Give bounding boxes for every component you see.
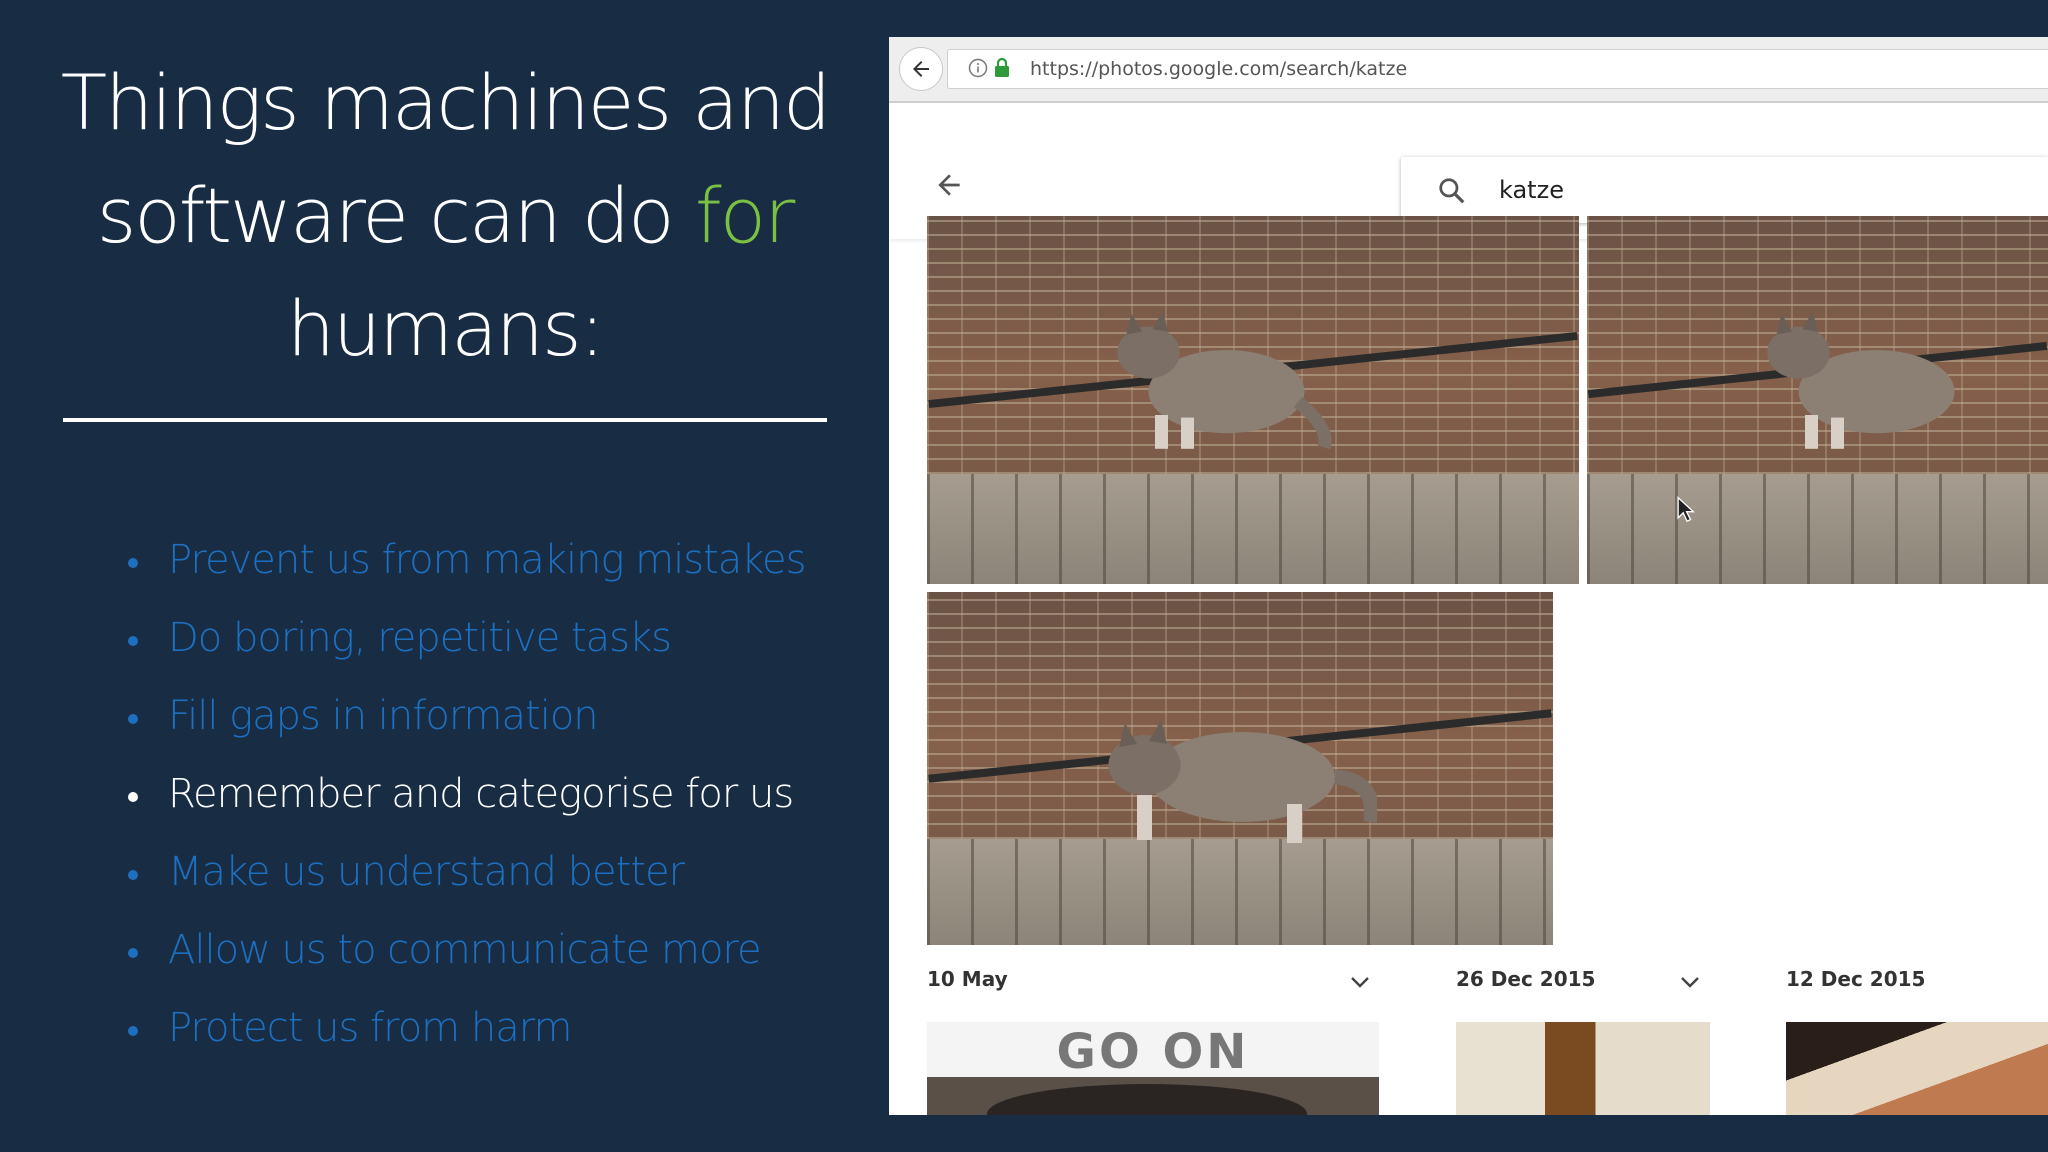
bullet-item: Prevent us from making mistakes <box>124 527 806 605</box>
bullet-item: Allow us to communicate more <box>124 917 805 995</box>
date-group-label: 26 Dec 2015 <box>1456 967 1596 991</box>
photo-thumbnail[interactable] <box>1456 1022 1710 1115</box>
slide-title-highlight: for <box>694 171 795 260</box>
title-divider <box>63 418 827 422</box>
date-group-label: 12 Dec 2015 <box>1786 967 1926 991</box>
arrow-left-icon[interactable] <box>933 169 965 201</box>
photo-thumbnail[interactable] <box>1587 216 2048 584</box>
search-query: katze <box>1499 176 1564 204</box>
arrow-left-icon <box>913 61 929 77</box>
url-text: https://photos.google.com/search/katze <box>1030 58 1408 80</box>
chevron-down-icon[interactable] <box>1679 975 1701 989</box>
search-icon <box>1439 178 1465 204</box>
meme-caption: GO ON <box>1056 1024 1250 1080</box>
mouse-cursor-icon <box>1677 496 1695 523</box>
lock-icon <box>995 57 1009 77</box>
bullet-item: Fill gaps in information <box>124 683 805 761</box>
search-input[interactable]: katze <box>1401 157 2048 223</box>
info-icon[interactable] <box>968 58 988 78</box>
url-field[interactable]: https://photos.google.com/search/katze <box>947 49 2048 89</box>
photo-thumbnail[interactable] <box>927 592 1553 945</box>
date-group-label: 10 May <box>927 967 1008 991</box>
photo-thumbnail[interactable]: GO ON <box>927 1022 1379 1115</box>
slide-title: Things machines and software can do for … <box>40 46 850 385</box>
chevron-down-icon[interactable] <box>1349 975 1371 989</box>
browser-back-button[interactable] <box>899 47 943 91</box>
slide-title-end: humans: <box>286 284 605 373</box>
bullet-item: Do boring, repetitive tasks <box>124 605 805 683</box>
browser-window: https://photos.google.com/search/katze k… <box>889 37 2048 1115</box>
bullet-item: Make us understand better <box>124 839 805 917</box>
photo-thumbnail[interactable] <box>927 216 1579 584</box>
bullet-list: Prevent us from making mistakes Do borin… <box>124 527 806 1073</box>
bullet-item: Remember and categorise for us <box>124 761 805 839</box>
address-bar: https://photos.google.com/search/katze <box>889 37 2048 103</box>
photo-thumbnail[interactable] <box>1786 1022 2048 1115</box>
bullet-item: Protect us from harm <box>124 995 805 1073</box>
